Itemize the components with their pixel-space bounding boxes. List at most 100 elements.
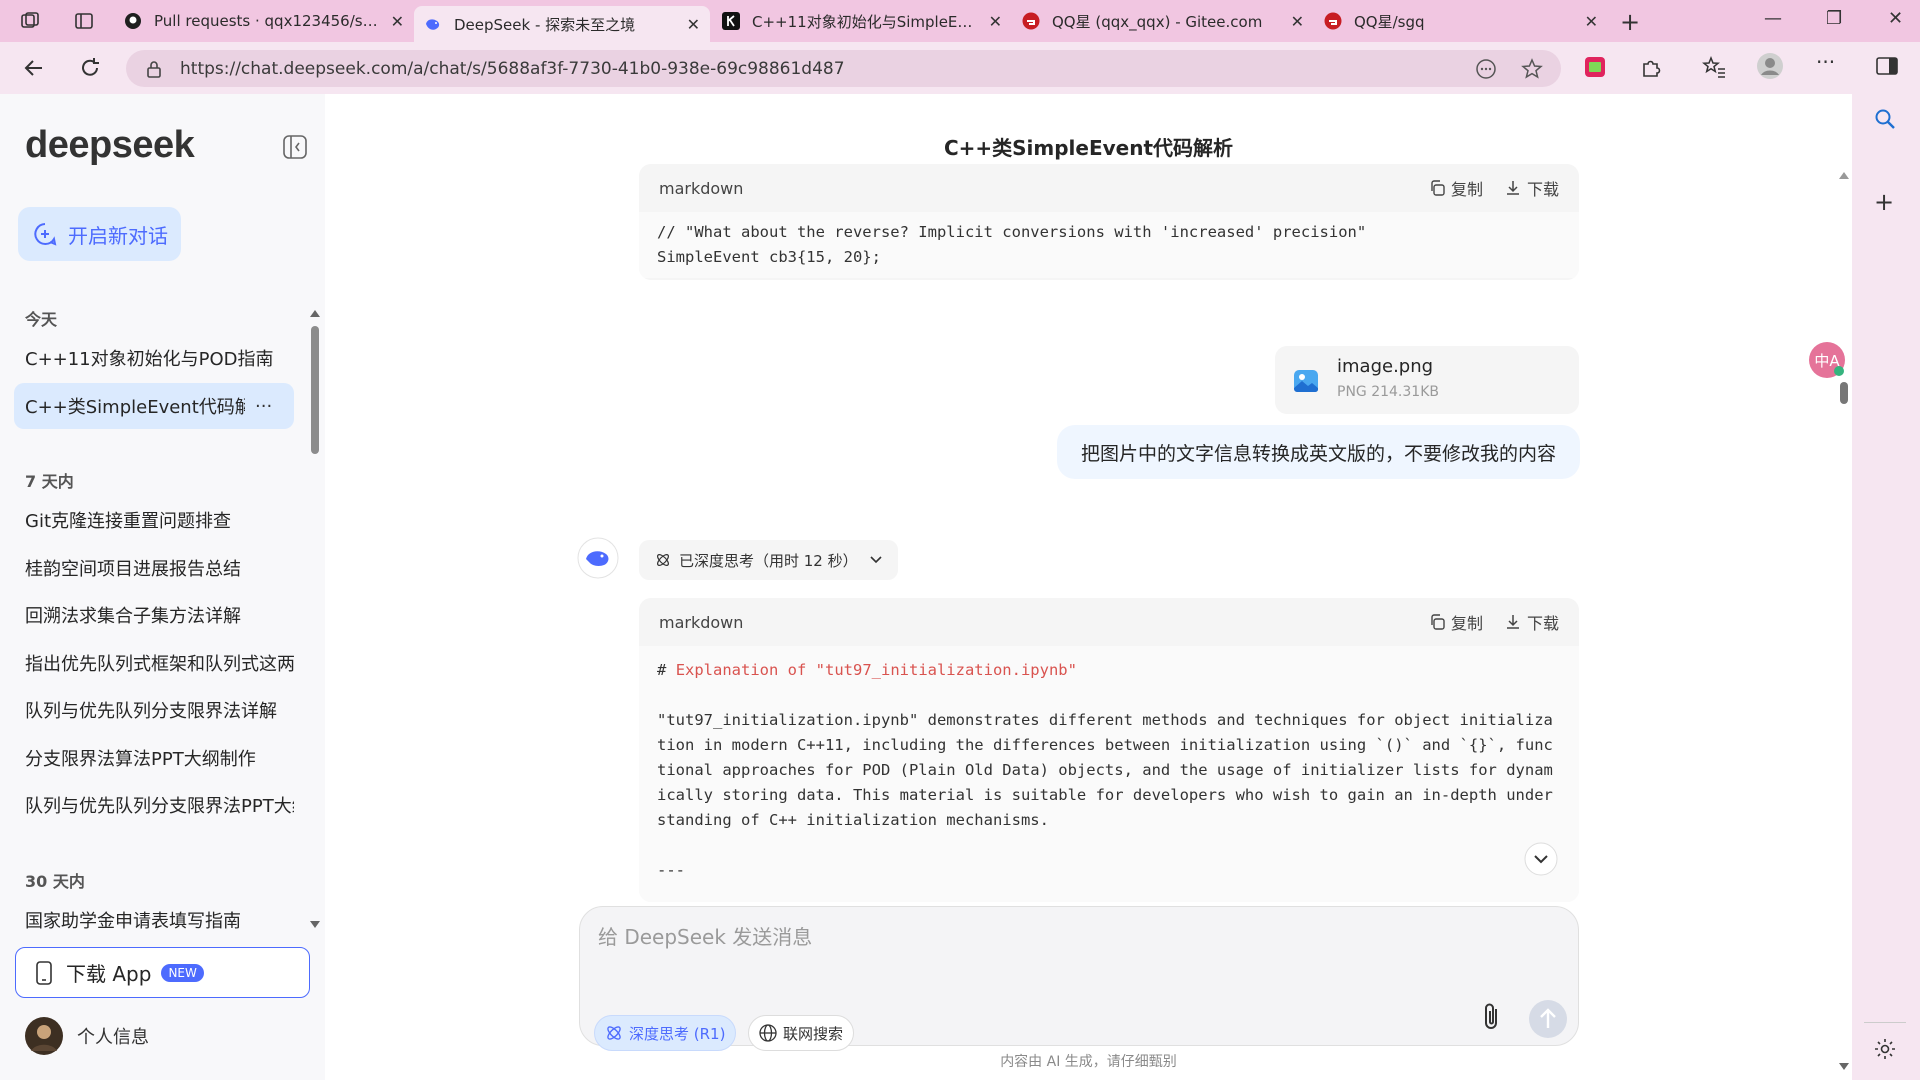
code-line: SimpleEvent cb3{15, 20}; — [657, 248, 881, 266]
history-item[interactable]: Git克隆连接重置问题排查 — [14, 497, 294, 543]
chat-main: C++类SimpleEvent代码解析 markdown 复制 下载 // "W… — [325, 94, 1852, 1080]
close-tab-icon[interactable]: ✕ — [391, 12, 404, 31]
copy-icon — [1431, 180, 1445, 196]
code-content: # Explanation of "tut97_initialization.i… — [639, 646, 1579, 902]
minimize-icon[interactable]: — — [1764, 8, 1782, 29]
history-item[interactable]: C++11对象初始化与POD指南 — [14, 335, 294, 381]
restore-icon[interactable]: ❐ — [1826, 8, 1842, 29]
add-panel-icon[interactable]: + — [1874, 188, 1894, 216]
section-header-7days: 7 天内 — [25, 472, 74, 491]
translate-icon[interactable]: 中A — [1807, 340, 1847, 380]
workspaces-icon[interactable] — [20, 11, 40, 31]
history-item[interactable]: 指出优先队列式框架和队列式这两 — [14, 640, 294, 686]
sidebar-toggle-icon[interactable] — [1876, 56, 1898, 76]
new-chat-button[interactable]: 开启新对话 — [18, 207, 181, 261]
divider — [1864, 1022, 1906, 1023]
page-scrollbar-thumb[interactable] — [1840, 382, 1848, 404]
profile-button[interactable]: 个人信息 — [25, 1017, 149, 1055]
history-item-label: C++类SimpleEvent代码解析 — [25, 397, 245, 418]
message-composer[interactable]: 给 DeepSeek 发送消息 深度思考 (R1) 联网搜索 — [579, 906, 1579, 1051]
close-tab-icon[interactable]: ✕ — [1585, 12, 1598, 31]
download-button[interactable]: 下载 — [1505, 176, 1559, 200]
extension-app-icon[interactable] — [1584, 56, 1606, 78]
refresh-icon[interactable] — [78, 56, 102, 80]
favorite-star-icon[interactable] — [1521, 57, 1543, 80]
section-header-today: 今天 — [25, 310, 58, 329]
new-tab-icon[interactable]: + — [1620, 8, 1640, 36]
address-bar[interactable]: https://chat.deepseek.com/a/chat/s/5688a… — [126, 50, 1561, 87]
scroll-up-arrow-icon[interactable] — [309, 308, 321, 318]
download-app-button[interactable]: 下载 App NEW — [15, 947, 310, 998]
collapse-sidebar-icon[interactable] — [282, 134, 308, 160]
download-icon — [1506, 615, 1519, 629]
code-content: // "What about the reverse? Implicit con… — [639, 212, 1579, 278]
history-item[interactable]: 桂韵空间项目进展报告总结 — [14, 545, 294, 591]
copy-button[interactable]: 复制 — [1429, 610, 1483, 634]
user-message-text: 把图片中的文字信息转换成英文版的，不要修改我的内容 — [1080, 442, 1556, 465]
deepseek-logo: deepseek — [25, 124, 195, 166]
more-options-icon[interactable]: ··· — [255, 396, 272, 417]
code-line: "tut97_initialization.ipynb" demonstrate… — [657, 711, 1553, 729]
lock-icon[interactable] — [146, 60, 162, 78]
history-item[interactable]: 国家助学金申请表填写指南 — [14, 897, 294, 943]
history-item[interactable]: 分支限界法算法PPT大纲制作 — [14, 735, 294, 781]
code-language-label: markdown — [659, 612, 744, 632]
close-tab-icon[interactable]: ✕ — [989, 12, 1002, 31]
reader-icon[interactable] — [1475, 58, 1497, 80]
scroll-up-arrow-icon[interactable] — [1838, 170, 1850, 180]
search-icon[interactable] — [1874, 108, 1896, 130]
tab-deepseek[interactable]: DeepSeek - 探索未至之境 ✕ — [414, 6, 710, 42]
tab-title: Pull requests · qqx123456/starterkit — [154, 12, 381, 30]
url-text[interactable]: https://chat.deepseek.com/a/chat/s/5688a… — [180, 59, 1475, 79]
tab-gitee-profile[interactable]: QQ星 (qqx_qqx) - Gitee.com ✕ — [1012, 4, 1314, 38]
tab-title: C++11对象初始化与SimpleEvent... — [752, 12, 979, 31]
conversation-title: C++类SimpleEvent代码解析 — [943, 136, 1234, 160]
download-label: 下载 — [1526, 180, 1559, 199]
sidebar-scrollbar-thumb[interactable] — [311, 326, 319, 454]
copy-button[interactable]: 复制 — [1429, 176, 1483, 200]
new-chat-icon — [32, 221, 58, 247]
tab-title: QQ星/sgq — [1354, 12, 1425, 31]
download-button[interactable]: 下载 — [1505, 610, 1559, 634]
deep-think-button[interactable]: 深度思考 (R1) — [594, 1015, 737, 1051]
attachment-name: image.png — [1337, 356, 1434, 377]
code-line: ically storing data. This material is su… — [657, 786, 1553, 804]
back-icon[interactable] — [22, 56, 46, 80]
close-window-icon[interactable]: ✕ — [1888, 8, 1903, 29]
tab-gitee-repo[interactable]: QQ星/sgq ✕ — [1314, 4, 1608, 38]
profile-avatar-icon[interactable] — [1756, 52, 1784, 80]
deep-think-toggle[interactable]: 已深度思考（用时 12 秒） — [639, 540, 898, 580]
attachment-card[interactable]: image.png PNG 214.31KB — [1275, 346, 1579, 414]
history-item[interactable]: 队列与优先队列分支限界法详解 — [14, 687, 294, 733]
attach-file-icon[interactable] — [1480, 1001, 1502, 1033]
favorites-icon[interactable] — [1702, 56, 1726, 78]
extensions-puzzle-icon[interactable] — [1640, 56, 1662, 78]
phone-icon — [36, 960, 52, 985]
tab-actions-icon[interactable] — [74, 11, 94, 31]
deep-think-status: 已深度思考（用时 12 秒） — [679, 551, 858, 570]
deep-think-label: 深度思考 (R1) — [629, 1024, 726, 1043]
settings-gear-icon[interactable] — [1874, 1038, 1896, 1060]
history-item[interactable]: 回溯法求集合子集方法详解 — [14, 592, 294, 638]
heading-hash: # — [657, 661, 667, 679]
close-tab-icon[interactable]: ✕ — [687, 15, 700, 34]
assistant-avatar-icon — [577, 537, 619, 579]
message-input[interactable]: 给 DeepSeek 发送消息 — [598, 921, 812, 950]
chevron-down-icon — [870, 556, 882, 564]
scroll-to-bottom-button[interactable] — [1524, 842, 1558, 876]
code-block-header: markdown 复制 下载 — [639, 598, 1579, 646]
tab-pull-requests[interactable]: Pull requests · qqx123456/starterkit ✕ — [114, 4, 414, 38]
send-button[interactable] — [1528, 999, 1568, 1039]
avatar — [25, 1017, 63, 1055]
web-search-button[interactable]: 联网搜索 — [748, 1015, 855, 1051]
atom-icon — [607, 1026, 621, 1040]
copy-label: 复制 — [1450, 180, 1483, 199]
image-file-icon — [1293, 368, 1319, 394]
history-item[interactable]: 队列与优先队列分支限界法PPT大纲 — [14, 782, 294, 828]
more-menu-icon[interactable]: ··· — [1816, 50, 1835, 74]
scroll-down-arrow-icon[interactable] — [309, 920, 321, 930]
close-tab-icon[interactable]: ✕ — [1291, 12, 1304, 31]
tab-cpp-init[interactable]: C++11对象初始化与SimpleEvent... ✕ — [712, 4, 1012, 38]
gitee-icon — [1324, 12, 1342, 30]
history-item-active[interactable]: C++类SimpleEvent代码解析 ··· — [14, 383, 294, 429]
